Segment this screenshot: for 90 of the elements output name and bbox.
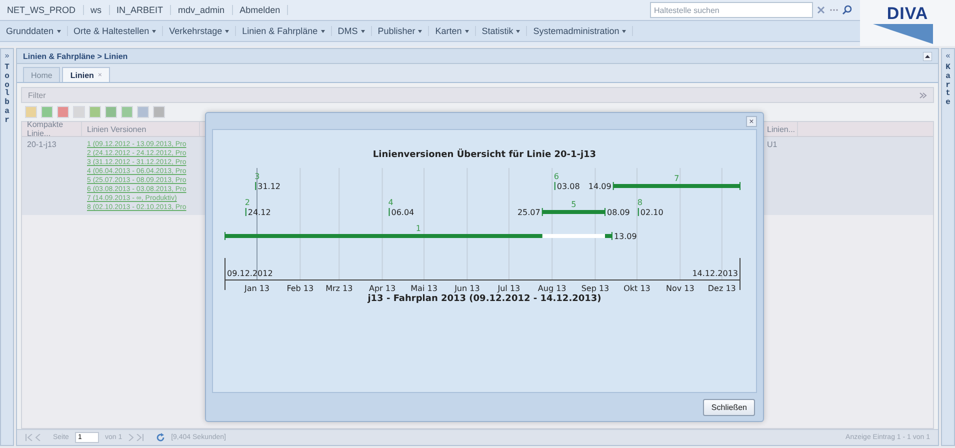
- toolbar-icon[interactable]: [25, 106, 37, 118]
- caret-icon: [225, 30, 230, 32]
- close-button[interactable]: ×: [746, 116, 757, 126]
- strip-label: Karte: [944, 64, 952, 108]
- range-start-label: 09.12.2012: [226, 269, 272, 278]
- refresh-icon[interactable]: [156, 433, 166, 442]
- version-number: 1: [415, 224, 421, 233]
- date-label: 03.08: [556, 182, 580, 191]
- collapse-icon[interactable]: [923, 52, 932, 60]
- caret-icon: [464, 30, 469, 32]
- top-bar-link[interactable]: mdv_admin: [171, 5, 233, 15]
- caret-icon: [418, 30, 422, 32]
- date-label: 25.07: [516, 208, 540, 217]
- month-label: Okt 13: [623, 284, 650, 293]
- month-label: Mrz 13: [325, 284, 352, 293]
- date-label: 14.09: [588, 182, 611, 191]
- menu-item[interactable]: Grunddaten: [0, 26, 68, 36]
- caret-icon: [360, 30, 365, 32]
- toolbar-icon[interactable]: [73, 106, 85, 118]
- month-label: Sep 13: [580, 284, 609, 293]
- toolbar-icon[interactable]: [137, 106, 149, 118]
- version-number: 4: [388, 198, 393, 207]
- month-label: Jan 13: [244, 284, 270, 293]
- month-label: Aug 13: [537, 284, 566, 293]
- menu-item[interactable]: DMS: [332, 26, 372, 36]
- column-header: Linien Versionen: [82, 122, 200, 136]
- expand-button[interactable]: «: [946, 51, 950, 60]
- expand-button[interactable]: »: [4, 51, 10, 60]
- filter-label: Filter: [28, 90, 46, 100]
- version-bar: [541, 208, 605, 216]
- breadcrumb: Linien & Fahrpläne > Linien: [23, 52, 128, 60]
- version-marker: [254, 182, 256, 190]
- chart-title: Linienversionen Übersicht für Linie 20-1-j13: [372, 150, 596, 160]
- month-label: Jun 13: [454, 284, 480, 293]
- top-bar-link[interactable]: NET_WS_PROD: [0, 5, 84, 15]
- menu-item[interactable]: Statistik: [476, 26, 528, 36]
- menu-item[interactable]: Orte & Haltestellen: [68, 26, 164, 36]
- menu-item[interactable]: Verkehrstage: [163, 26, 236, 36]
- toolbar-icon[interactable]: [121, 106, 133, 118]
- column-header: Kompakte Linie...: [22, 122, 82, 136]
- menu-item[interactable]: Linien & Fahrpläne: [236, 26, 332, 36]
- strip-label: Toolbar: [4, 64, 10, 126]
- version-number: 5: [570, 200, 576, 209]
- caret-icon: [516, 30, 520, 32]
- version-marker: [244, 208, 246, 216]
- menu-item[interactable]: Karten: [429, 26, 476, 36]
- toolbar-icon[interactable]: [89, 106, 101, 118]
- chart-caption: j13 - Fahrplan 2013 (09.12.2012 - 14.12.2013): [368, 294, 602, 304]
- date-label: 02.10: [640, 208, 663, 217]
- table-cell-text: U1: [766, 139, 778, 151]
- date-label: 24.12: [247, 208, 270, 217]
- clear-icon[interactable]: [816, 5, 826, 15]
- month-label: Mai 13: [410, 284, 437, 293]
- menu-item[interactable]: Systemadministration: [527, 26, 634, 36]
- month-label: Nov 13: [665, 284, 694, 293]
- logo-text: DIVA: [886, 4, 928, 24]
- toolbar-icon[interactable]: [153, 106, 165, 118]
- version-number: 6: [553, 172, 558, 181]
- caret-icon: [152, 30, 156, 32]
- search-icon[interactable]: [842, 5, 852, 15]
- month-label: Jul 13: [497, 284, 520, 293]
- version-number: 7: [674, 174, 679, 183]
- range-end-label: 14.12.2013: [692, 269, 738, 278]
- menu-item[interactable]: Publisher: [372, 26, 430, 36]
- expand-icon: [919, 91, 927, 99]
- version-number: 8: [636, 198, 642, 207]
- date-label: 08.09: [606, 208, 630, 217]
- top-bar-link[interactable]: IN_ARBEIT: [110, 5, 172, 15]
- search-field[interactable]: Haltestelle suchen: [650, 2, 813, 18]
- caret-icon: [320, 30, 325, 32]
- version-number: 3: [254, 172, 260, 181]
- month-label: Apr 13: [368, 284, 396, 293]
- date-label: 06.04: [390, 208, 414, 217]
- version-number: 2: [244, 198, 250, 207]
- month-label: Feb 13: [286, 284, 314, 293]
- toolbar-icon[interactable]: [105, 106, 117, 118]
- close-button[interactable]: Schließen: [703, 398, 755, 416]
- version-marker: [554, 182, 555, 190]
- caret-icon: [56, 30, 61, 32]
- top-bar-link[interactable]: Abmelden: [232, 5, 288, 15]
- top-bar-link[interactable]: ws: [84, 5, 110, 15]
- toolbar-icon[interactable]: [41, 106, 53, 118]
- toolbar-icon[interactable]: [57, 106, 69, 118]
- date-label: 31.12: [257, 182, 280, 191]
- month-label: Dez 13: [707, 284, 736, 293]
- date-label: 13.09: [613, 232, 636, 241]
- version-marker: [388, 208, 390, 216]
- version-marker: [637, 208, 638, 216]
- table-cell-text: 20-1-j13: [26, 139, 58, 151]
- caret-icon: [622, 30, 626, 32]
